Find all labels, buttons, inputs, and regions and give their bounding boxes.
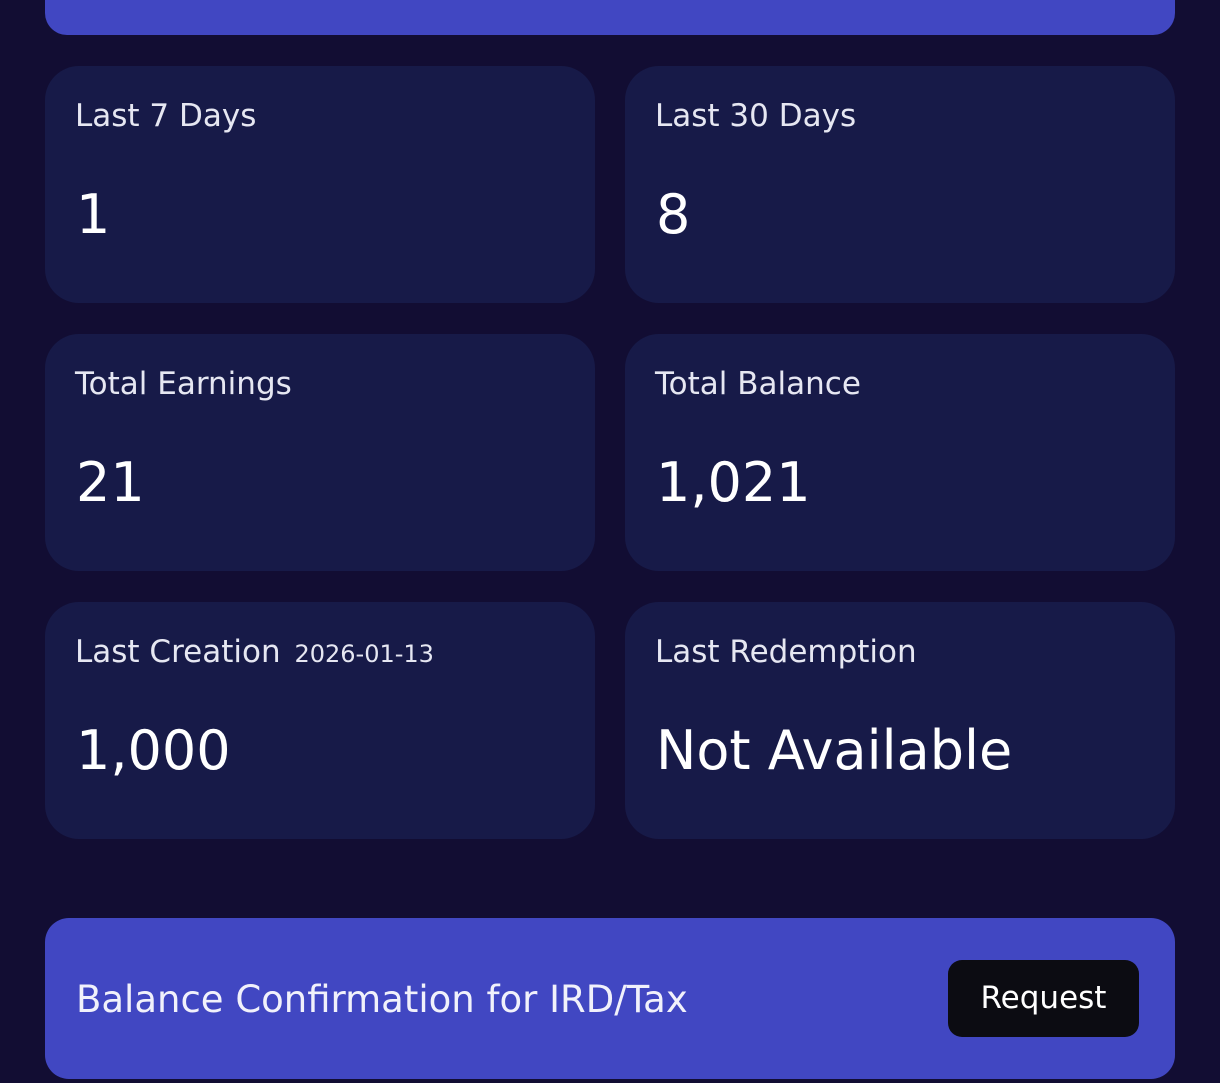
stat-label: Total Balance xyxy=(655,366,861,402)
balance-confirmation-text: Balance Confirmation for IRD/Tax xyxy=(76,978,688,1021)
stats-grid: Last 7 Days 1 Last 30 Days 8 Total Earni… xyxy=(45,66,1175,839)
stat-card-last-redemption: Last Redemption Not Available xyxy=(625,602,1175,839)
stat-card-last-30-days: Last 30 Days 8 xyxy=(625,66,1175,303)
stat-label: Last Redemption xyxy=(655,634,917,670)
stat-label: Last Creation 2026-01-13 xyxy=(75,634,434,670)
stat-value: 21 xyxy=(76,451,145,514)
stat-card-last-7-days: Last 7 Days 1 xyxy=(45,66,595,303)
stat-date: 2026-01-13 xyxy=(294,640,434,668)
stat-value: 1,000 xyxy=(76,719,231,782)
top-banner xyxy=(45,0,1175,35)
stat-label: Last 30 Days xyxy=(655,98,857,134)
stat-card-last-creation: Last Creation 2026-01-13 1,000 xyxy=(45,602,595,839)
stat-value: 1,021 xyxy=(656,451,811,514)
stat-card-total-earnings: Total Earnings 21 xyxy=(45,334,595,571)
request-button[interactable]: Request xyxy=(948,960,1139,1037)
dashboard-page: Last 7 Days 1 Last 30 Days 8 Total Earni… xyxy=(0,0,1220,1083)
stat-label: Total Earnings xyxy=(75,366,292,402)
stat-value: 8 xyxy=(656,183,691,246)
stat-card-total-balance: Total Balance 1,021 xyxy=(625,334,1175,571)
stat-value: 1 xyxy=(76,183,111,246)
stat-label: Last 7 Days xyxy=(75,98,257,134)
stat-value: Not Available xyxy=(656,719,1013,782)
balance-confirmation-banner: Balance Confirmation for IRD/Tax Request xyxy=(45,918,1175,1079)
